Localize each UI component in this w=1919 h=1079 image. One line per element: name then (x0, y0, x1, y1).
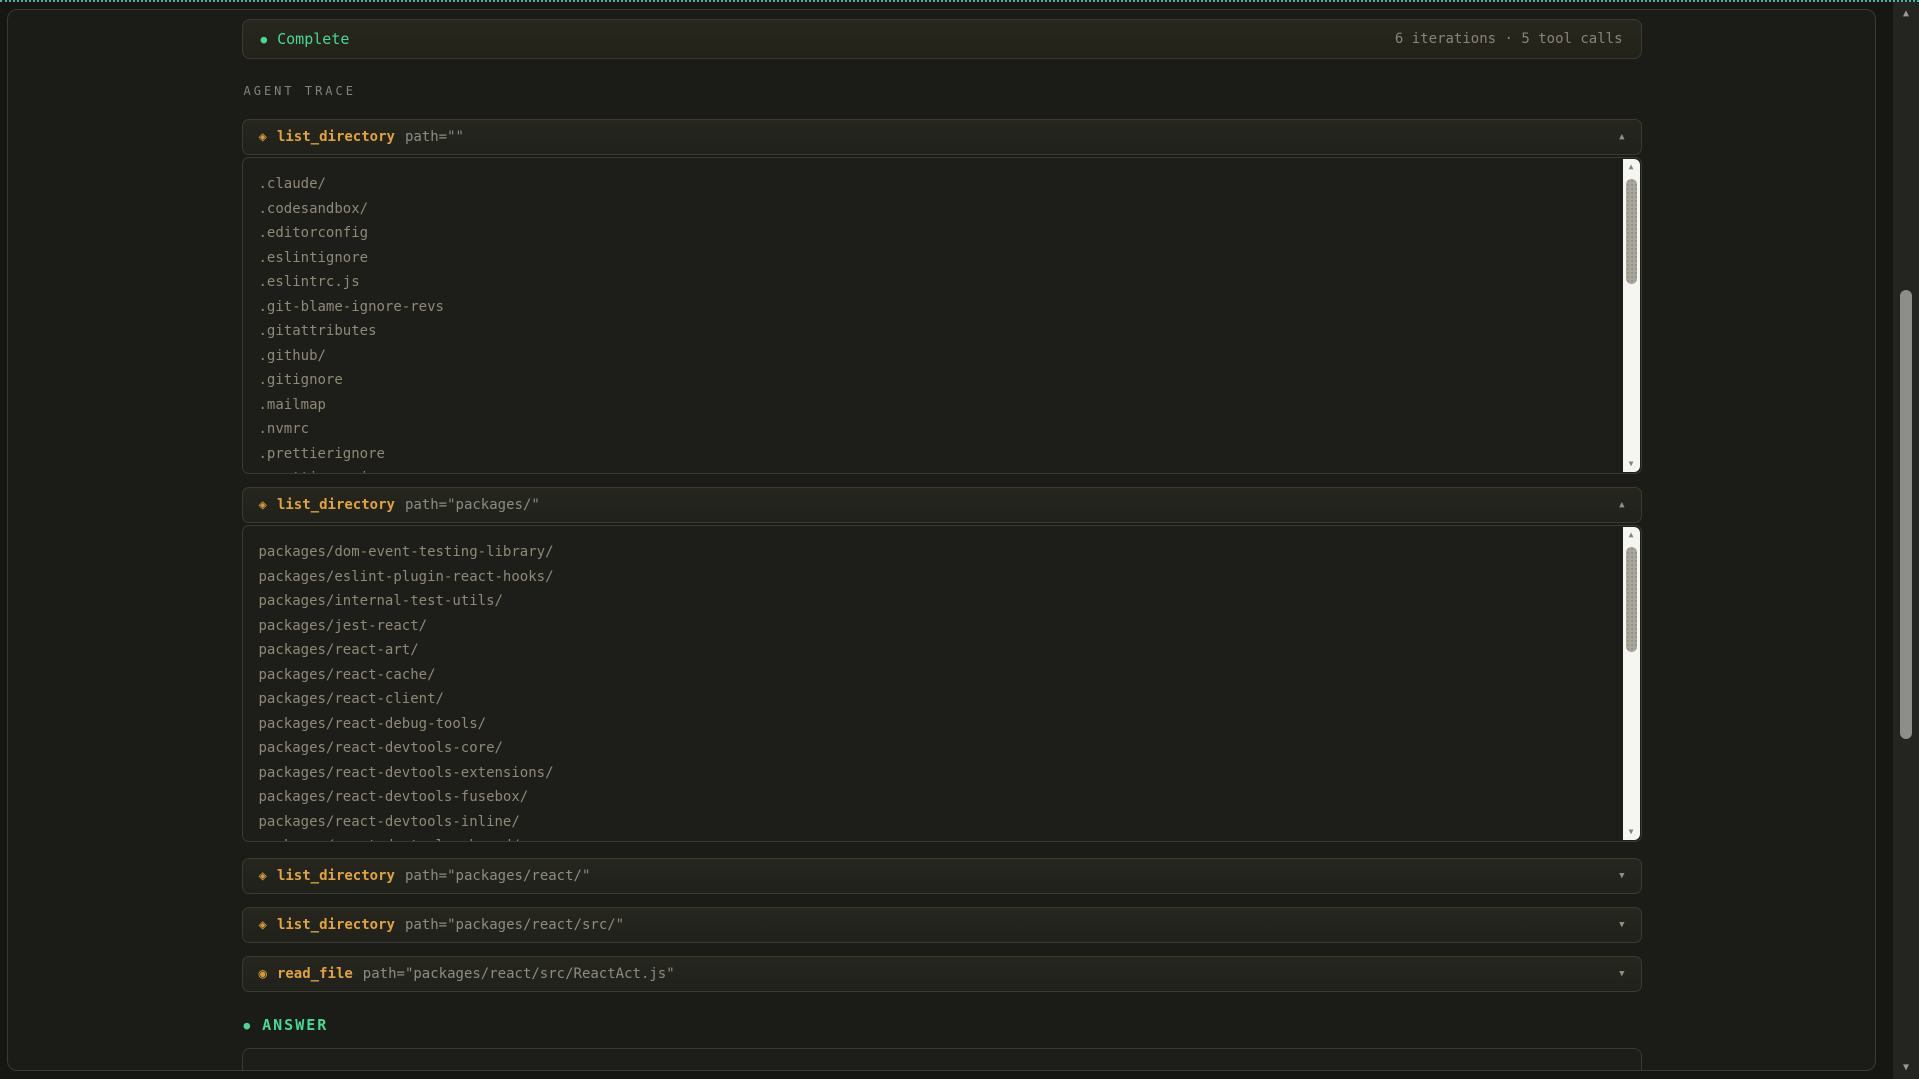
main-content: ● Complete 6 iterations · 5 tool calls A… (242, 19, 1642, 1071)
scrollbar-down-icon[interactable]: ▼ (1623, 824, 1640, 840)
expand-toggle-icon[interactable]: ▼ (1619, 871, 1624, 881)
tool-output-text: packages/dom-event-testing-library/ pack… (243, 526, 1641, 842)
answer-card: The 'ReactAct.js' file contains the impl… (242, 1048, 1642, 1071)
top-dotted-accent (0, 0, 1919, 2)
answer-text: The 'ReactAct.js' file contains the impl… (269, 1067, 1615, 1071)
scrollbar-up-icon[interactable]: ▲ (1629, 159, 1634, 175)
app-frame: ● Complete 6 iterations · 5 tool calls A… (7, 9, 1876, 1071)
tool-name: list_directory (277, 868, 395, 884)
tool-call-header[interactable]: ◈ list_directory path="packages/react/sr… (242, 907, 1642, 943)
collapse-toggle-icon[interactable]: ▲ (1619, 500, 1624, 510)
status-label: Complete (277, 30, 349, 48)
scrollbar-thumb[interactable] (1626, 547, 1637, 652)
tool-call-header[interactable]: ◈ list_directory path="packages/" ▲ (242, 487, 1642, 523)
page-scroll-up-icon[interactable]: ▲ (1893, 8, 1919, 19)
tool-output-panel: .claude/ .codesandbox/ .editorconfig .es… (242, 157, 1642, 474)
tool-output-text: .claude/ .codesandbox/ .editorconfig .es… (243, 158, 1641, 474)
list-directory-icon: ◈ (259, 868, 267, 884)
page-scroll-down-icon[interactable]: ▼ (1893, 1062, 1919, 1073)
tool-name: list_directory (277, 497, 395, 513)
output-scrollbar[interactable]: ▲ ▼ (1623, 159, 1640, 472)
tool-output-panel: packages/dom-event-testing-library/ pack… (242, 525, 1642, 842)
tool-call-header[interactable]: ◈ list_directory path="packages/react/" … (242, 858, 1642, 894)
tool-name: read_file (277, 966, 353, 982)
answer-dot-icon: ● (244, 1020, 253, 1031)
status-left: ● Complete (261, 30, 350, 48)
tool-args: path="packages/react/src/" (405, 917, 624, 933)
expand-toggle-icon[interactable]: ▼ (1619, 920, 1624, 930)
page-scrollbar-thumb[interactable] (1900, 290, 1912, 739)
output-scrollbar[interactable]: ▲ ▼ (1623, 527, 1640, 840)
scrollbar-up-icon[interactable]: ▲ (1629, 527, 1634, 543)
answer-heading-label: ANSWER (262, 1016, 328, 1034)
status-meta: 6 iterations · 5 tool calls (1395, 31, 1623, 47)
tool-args: path="" (405, 129, 464, 145)
tool-call-header[interactable]: ◉ read_file path="packages/react/src/Rea… (242, 956, 1642, 992)
list-directory-icon: ◈ (259, 497, 267, 513)
collapse-toggle-icon[interactable]: ▲ (1619, 132, 1624, 142)
list-directory-icon: ◈ (259, 917, 267, 933)
answer-heading: ● ANSWER (244, 1016, 1642, 1034)
read-file-icon: ◉ (259, 966, 267, 982)
tool-name: list_directory (277, 917, 395, 933)
tool-args: path="packages/react/src/ReactAct.js" (363, 966, 675, 982)
status-banner: ● Complete 6 iterations · 5 tool calls (242, 19, 1642, 59)
page-scrollbar[interactable]: ▲ ▼ (1893, 2, 1919, 1079)
agent-trace-heading: AGENT TRACE (244, 84, 1642, 98)
scrollbar-thumb[interactable] (1626, 179, 1637, 284)
scrollbar-down-icon[interactable]: ▼ (1623, 456, 1640, 472)
expand-toggle-icon[interactable]: ▼ (1619, 969, 1624, 979)
tool-name: list_directory (277, 129, 395, 145)
tool-args: path="packages/" (405, 497, 540, 513)
status-dot-icon: ● (261, 34, 268, 45)
list-directory-icon: ◈ (259, 129, 267, 145)
tool-call-header[interactable]: ◈ list_directory path="" ▲ (242, 119, 1642, 155)
tool-args: path="packages/react/" (405, 868, 590, 884)
